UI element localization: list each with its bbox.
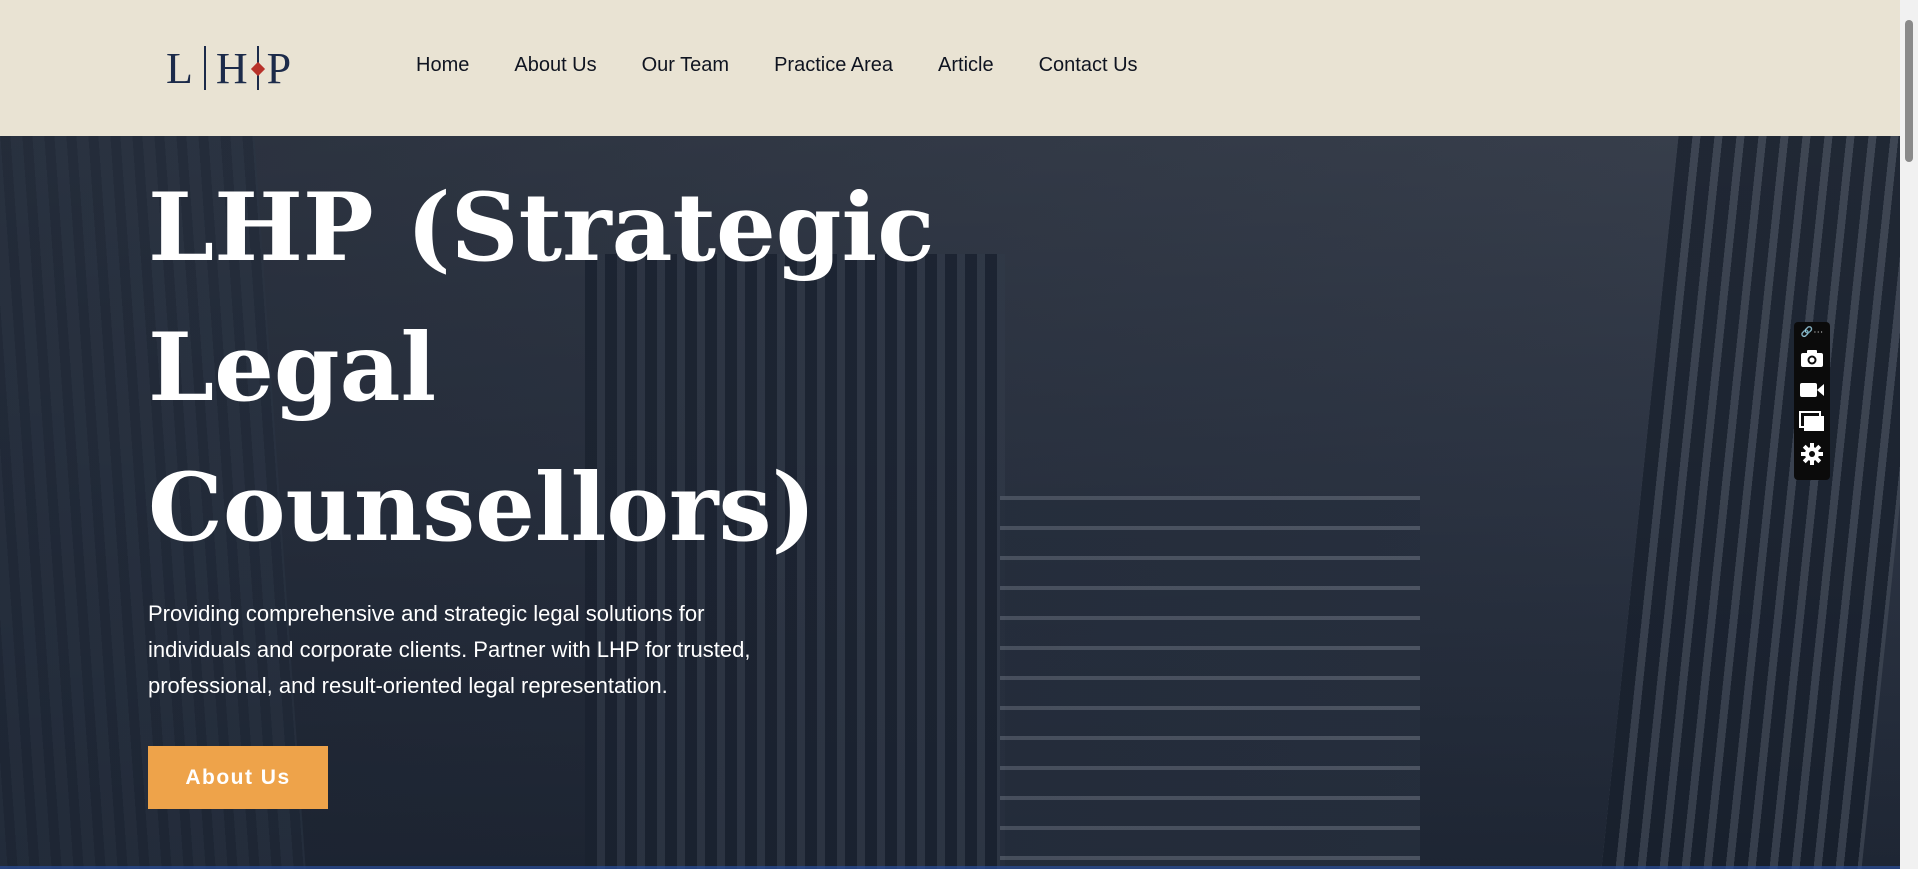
hero-section: LHP (Strategic Legal Counsellors) Provid… bbox=[0, 136, 1900, 869]
gear-icon[interactable] bbox=[1798, 438, 1826, 470]
nav-article[interactable]: Article bbox=[938, 54, 994, 77]
lhp-logo[interactable]: LHP bbox=[166, 44, 292, 93]
nav-home[interactable]: Home bbox=[416, 54, 469, 77]
hero-description: Providing comprehensive and strategic le… bbox=[148, 601, 751, 698]
camera-icon[interactable] bbox=[1798, 342, 1826, 374]
nav-contact-us[interactable]: Contact Us bbox=[1039, 54, 1138, 77]
video-icon[interactable] bbox=[1798, 374, 1826, 406]
nav-about-us[interactable]: About Us bbox=[514, 54, 596, 77]
nav-our-team[interactable]: Our Team bbox=[642, 54, 729, 77]
window-icon[interactable] bbox=[1798, 406, 1826, 438]
scrollbar-thumb[interactable] bbox=[1905, 20, 1913, 162]
hero-title: LHP (Strategic Legal Counsellors) bbox=[148, 173, 935, 563]
nav-practice-area[interactable]: Practice Area bbox=[774, 54, 893, 77]
link-icon[interactable]: 🔗 bbox=[1801, 327, 1813, 338]
capture-toolbar: 🔗⋯ bbox=[1794, 322, 1830, 480]
site-header: LHP Home About Us Our Team Practice Area… bbox=[0, 0, 1900, 136]
toolbar-header: 🔗⋯ bbox=[1801, 326, 1823, 342]
more-icon[interactable]: ⋯ bbox=[1813, 327, 1823, 338]
page-scrollbar[interactable] bbox=[1900, 0, 1918, 869]
about-us-button[interactable]: About Us bbox=[148, 746, 328, 809]
main-nav: Home About Us Our Team Practice Area Art… bbox=[416, 54, 1138, 77]
